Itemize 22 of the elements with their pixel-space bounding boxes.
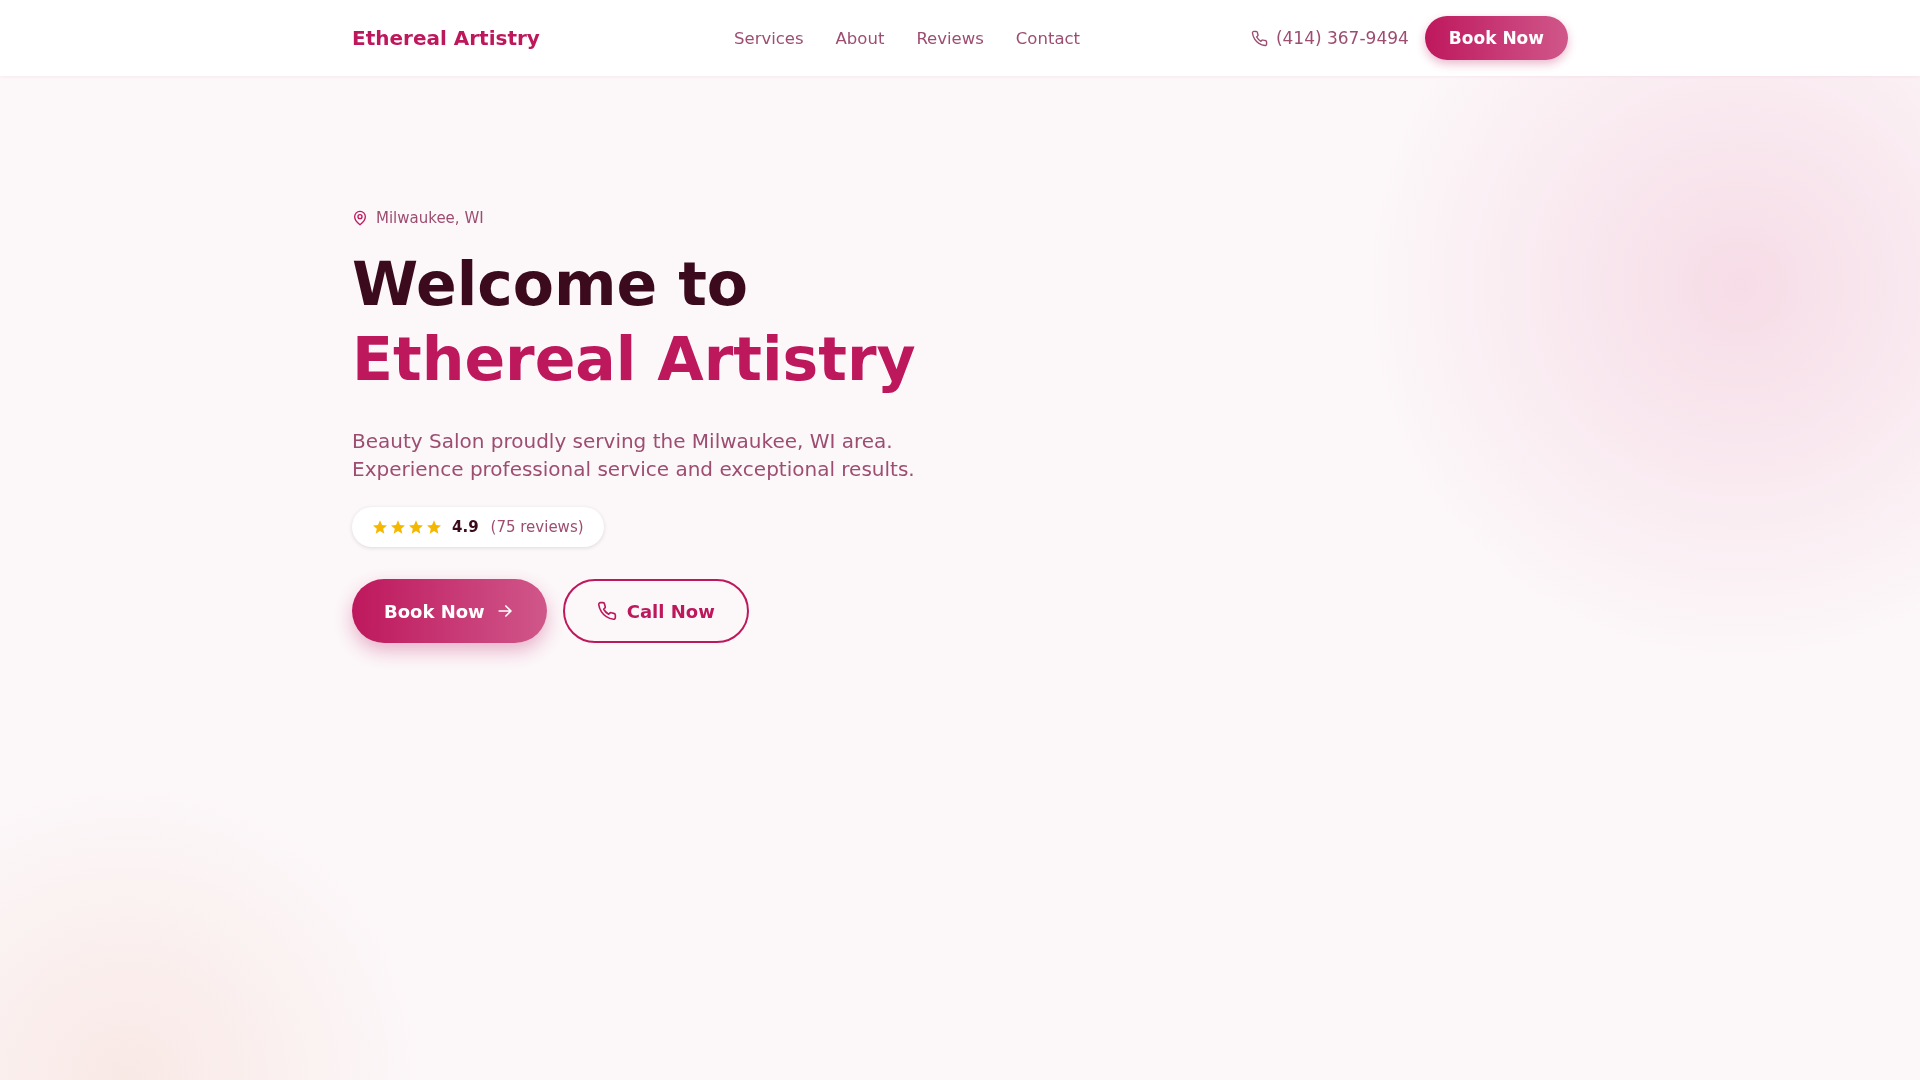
book-now-button[interactable]: Book Now — [352, 579, 547, 643]
location-pin-icon — [352, 210, 368, 226]
nav-link[interactable]: Contact — [1015, 28, 1081, 48]
phone-icon — [1250, 29, 1268, 47]
star-icon — [390, 519, 406, 535]
nav-link[interactable]: Reviews — [916, 28, 984, 48]
hero-heading: Welcome to — [352, 248, 750, 321]
hero-heading: Ethereal Artistry — [352, 323, 917, 396]
star-icon — [426, 519, 442, 535]
location-text: Milwaukee, WI — [376, 209, 484, 227]
nav-link[interactable]: About — [835, 28, 885, 48]
logo-text[interactable]: Ethereal Artistry — [352, 26, 734, 50]
call-now-button[interactable]: Call Now — [562, 579, 749, 643]
phone-icon — [596, 601, 617, 621]
rating-score: 4.9 — [452, 518, 479, 536]
nav-link[interactable]: Services — [734, 28, 804, 48]
review-count: (75 reviews) — [490, 518, 584, 536]
hero-description: Beauty Salon proudly serving the Milwaukee, WI area. Experience professional service and exceptional results. — [352, 428, 916, 483]
star-icon — [372, 519, 388, 535]
book-now-button[interactable]: Book Now — [1424, 16, 1568, 60]
phone-link[interactable]: (414) 367-9494 — [1250, 28, 1409, 48]
star-icon — [408, 519, 424, 535]
